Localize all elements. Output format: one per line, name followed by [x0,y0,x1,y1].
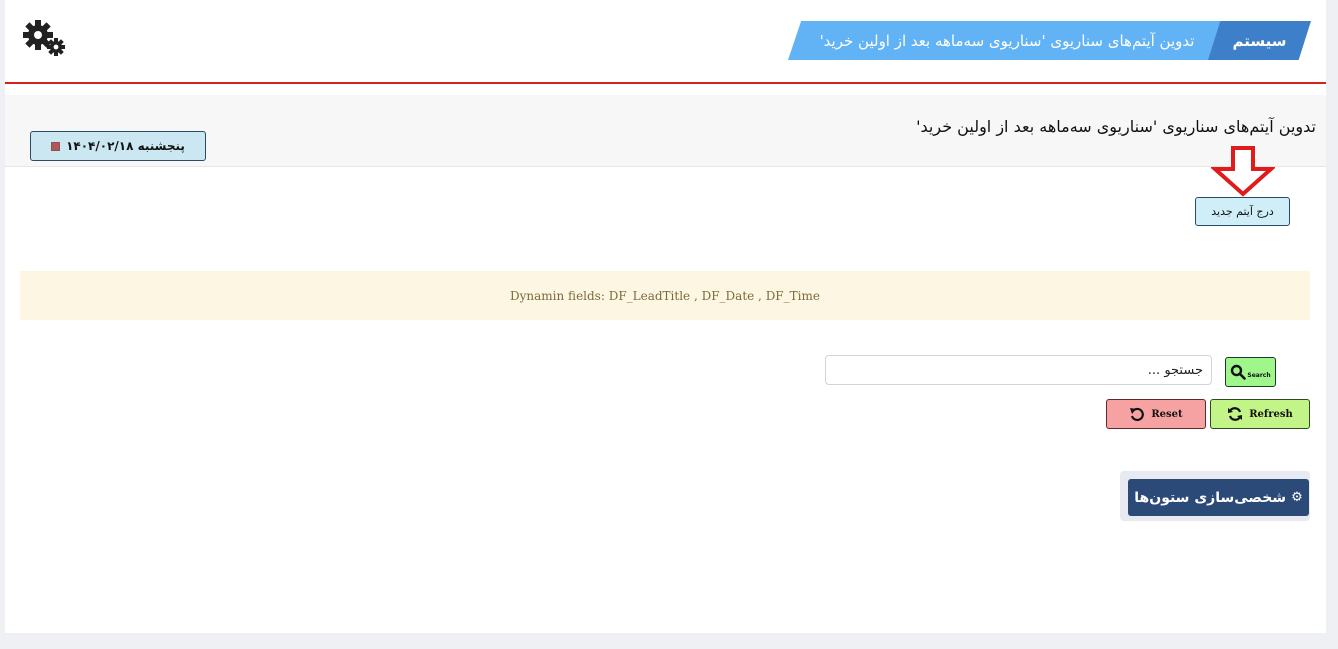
header-divider [5,82,1326,84]
search-input[interactable] [825,355,1212,385]
search-icon [1231,364,1247,380]
refresh-label: Refresh [1249,408,1293,420]
page-title: تدوین آیتم‌های سناریوی 'سناریوی سه‌ماهه … [916,117,1316,136]
breadcrumb-home[interactable]: سیستم [1208,21,1311,60]
refresh-icon [1228,407,1243,421]
insert-item-label: درج آیتم جدید [1211,205,1274,218]
top-header: تدوین آیتم‌های سناریوی 'سناریوی سه‌ماهه … [5,0,1326,82]
customize-columns-panel: ⚙ شخصی‌سازی ستون‌ها [1120,471,1310,521]
title-bar: تدوین آیتم‌های سناریوی 'سناریوی سه‌ماهه … [5,95,1326,167]
calendar-icon [51,141,61,151]
refresh-button[interactable]: Refresh [1210,399,1310,429]
undo-icon [1130,407,1145,422]
reset-label: Reset [1151,408,1183,420]
search-button-label: Search [1247,372,1271,379]
breadcrumb-home-label: سیستم [1232,31,1287,50]
date-label: پنجشنبه ۱۴۰۴/۰۲/۱۸ [66,139,185,153]
page: تدوین آیتم‌های سناریوی 'سناریوی سه‌ماهه … [5,0,1326,633]
customize-columns-button[interactable]: ⚙ شخصی‌سازی ستون‌ها [1128,479,1309,516]
breadcrumb-current: تدوین آیتم‌های سناریوی 'سناریوی سه‌ماهه … [788,21,1226,60]
date-badge[interactable]: پنجشنبه ۱۴۰۴/۰۲/۱۸ [30,131,206,161]
settings-gears-icon[interactable] [23,18,67,58]
reset-button[interactable]: Reset [1106,399,1206,429]
insert-item-button[interactable]: درج آیتم جدید [1195,197,1290,226]
gear-icon: ⚙ [1291,490,1303,505]
breadcrumb-current-label: تدوین آیتم‌های سناریوی 'سناریوی سه‌ماهه … [819,31,1195,50]
down-arrow-icon [1211,146,1275,197]
dynamic-fields-info: Dynamin fields: DF_LeadTitle , DF_Date ,… [20,271,1310,320]
customize-columns-label: شخصی‌سازی ستون‌ها [1134,489,1287,506]
search-button[interactable]: Search [1225,357,1276,387]
dynamic-fields-text: Dynamin fields: DF_LeadTitle , DF_Date ,… [510,288,820,303]
